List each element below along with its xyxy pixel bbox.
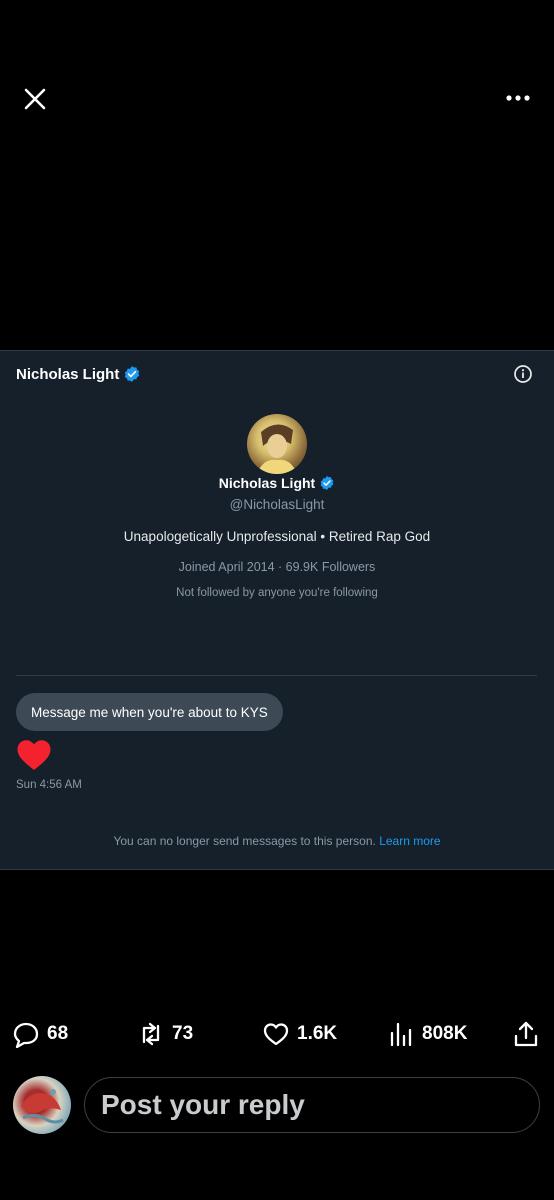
- like-button[interactable]: 1.6K: [262, 1020, 337, 1048]
- close-icon: [24, 88, 46, 110]
- message-bubble[interactable]: Message me when you're about to KYS: [16, 693, 283, 731]
- reply-icon: [13, 1022, 39, 1048]
- like-count: 1.6K: [297, 1023, 338, 1044]
- profile-meta: Joined April 2014 · 69.9K Followers: [178, 560, 376, 574]
- repost-icon: [142, 1022, 160, 1046]
- profile-avatar[interactable]: [247, 414, 307, 474]
- info-icon: [514, 365, 532, 383]
- info-button[interactable]: [513, 364, 533, 384]
- blocked-notice-text: You can no longer send messages to this …: [113, 834, 376, 848]
- share-icon: [514, 1021, 538, 1047]
- blocked-notice: You can no longer send messages to this …: [0, 834, 554, 848]
- reply-button[interactable]: 68: [12, 1020, 68, 1048]
- user-avatar-image: [21, 1089, 64, 1124]
- action-bar: 68 73 1.6K 808K: [0, 1018, 554, 1054]
- profile-name: Nicholas Light: [218, 475, 316, 491]
- reply-input[interactable]: [84, 1077, 540, 1133]
- profile-name-row: Nicholas Light: [0, 475, 554, 491]
- repost-count: 73: [172, 1023, 194, 1044]
- verified-badge-icon: [125, 366, 140, 382]
- profile-handle: @NicholasLight: [229, 497, 325, 512]
- share-button[interactable]: [512, 1020, 540, 1048]
- header-name: Nicholas Light: [16, 365, 120, 383]
- reply-count: 68: [47, 1023, 69, 1044]
- divider: [16, 675, 537, 676]
- repost-button[interactable]: 73: [137, 1020, 193, 1048]
- more-icon: [506, 95, 530, 101]
- heart-icon: [17, 740, 51, 770]
- verified-badge-icon: [320, 476, 334, 490]
- avatar-image: [257, 424, 297, 474]
- close-button[interactable]: [20, 84, 50, 114]
- message-timestamp: Sun 4:56 AM: [16, 779, 82, 791]
- conversation-header: Nicholas Light: [16, 365, 141, 383]
- learn-more-link[interactable]: Learn more: [379, 834, 440, 848]
- mutual-followers-text: Not followed by anyone you're following: [176, 587, 378, 599]
- views-count: 808K: [422, 1023, 468, 1044]
- user-avatar[interactable]: [13, 1076, 71, 1134]
- message-text: Message me when you're about to KYS: [31, 704, 268, 720]
- profile-bio: Unapologetically Unprofessional • Retire…: [123, 529, 431, 544]
- views-button[interactable]: 808K: [387, 1020, 467, 1048]
- views-icon: [390, 1022, 412, 1047]
- more-options-button[interactable]: [502, 86, 534, 110]
- like-icon: [263, 1023, 289, 1046]
